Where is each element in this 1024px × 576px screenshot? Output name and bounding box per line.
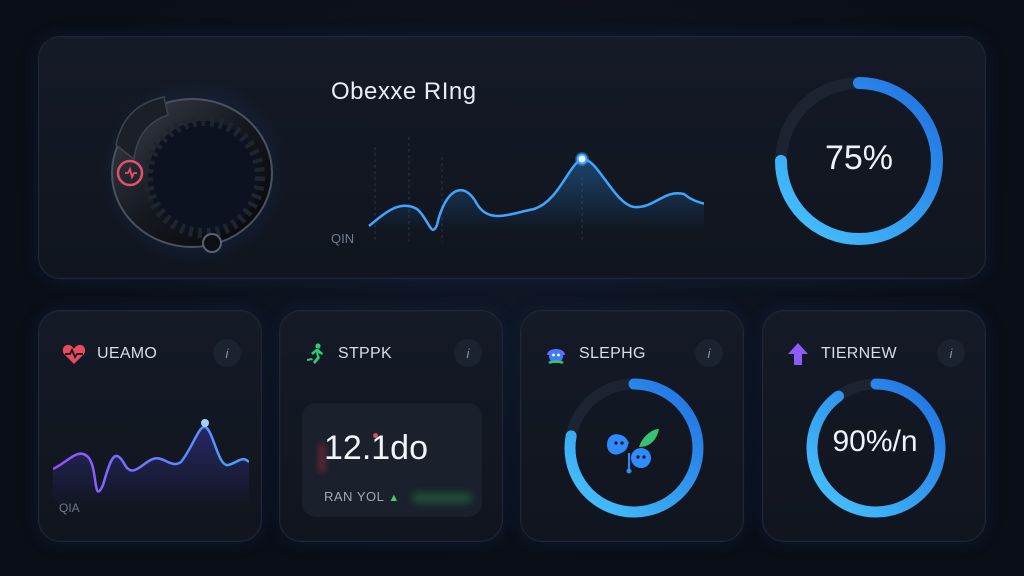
card-title: UEAMO <box>97 345 158 362</box>
trend-up-icon: ▲ <box>388 492 400 504</box>
chart-area <box>369 158 704 230</box>
chart-area <box>53 426 249 507</box>
chart-peak-point <box>201 419 209 427</box>
heart-rate-card[interactable]: UEAMO i QIA <box>38 310 262 542</box>
steps-card[interactable]: STPPK i 12.1do RAN YOL ▲ <box>279 310 503 542</box>
sleep-gauge <box>564 378 704 518</box>
heart-rate-chart <box>53 419 249 507</box>
activity-line-chart <box>368 137 704 242</box>
steps-summary: 12.1do RAN YOL ▲ <box>302 403 482 517</box>
trend-card[interactable]: TIERNEW i 90%/n <box>762 310 986 542</box>
heart-pulse-icon <box>61 341 87 367</box>
card-title: SLEPHG <box>579 345 646 362</box>
chart-peak-point <box>576 153 588 165</box>
info-button[interactable]: i <box>695 339 723 367</box>
arrow-up-icon <box>785 341 811 367</box>
steps-subtitle-text: RAN YOL <box>324 489 385 504</box>
dashboard: Obexxe RIng QIN 75% UEAMO i QIA STPPK i … <box>0 0 1024 576</box>
chart-axis-label: QIA <box>59 501 80 515</box>
info-button[interactable]: i <box>213 339 241 367</box>
ring-overview-panel[interactable]: Obexxe RIng QIN 75% <box>38 36 986 279</box>
device-title: Obexxe RIng <box>331 78 477 105</box>
sleep-icon <box>543 341 569 367</box>
card-title: STPPK <box>338 345 392 362</box>
card-title: TIERNEW <box>821 345 897 362</box>
info-button[interactable]: i <box>454 339 482 367</box>
chart-axis-label: QIN <box>331 231 355 246</box>
sleep-illustration-icon <box>607 429 659 474</box>
info-button[interactable]: i <box>937 339 965 367</box>
sleep-card[interactable]: SLEPHG i <box>520 310 744 542</box>
status-dot <box>373 433 378 438</box>
running-icon <box>302 341 328 367</box>
smart-ring-image <box>111 96 273 253</box>
gauge-value: 90%/n <box>832 425 918 458</box>
gauge-value: 75% <box>824 139 894 177</box>
steps-subtitle: RAN YOL ▲ <box>324 489 400 504</box>
